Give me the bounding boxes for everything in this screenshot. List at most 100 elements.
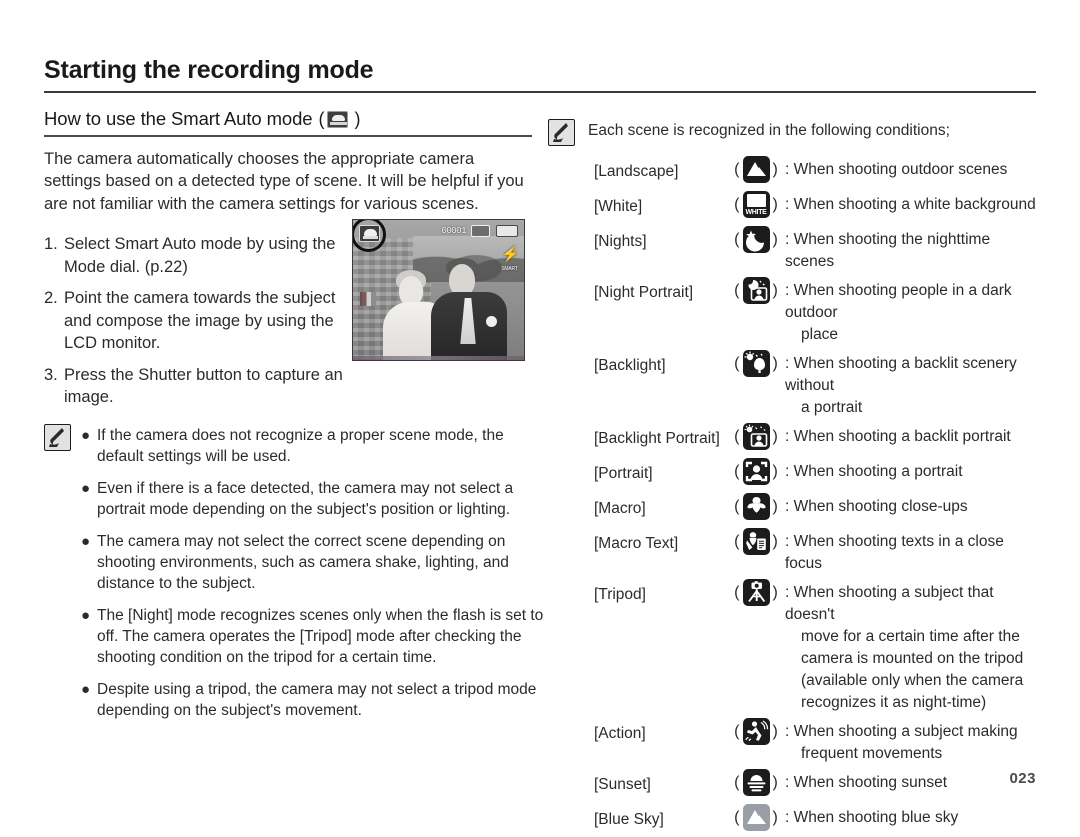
scene-description-text: When shooting a backlit scenery without <box>785 355 1017 394</box>
list-item: 3. Press the Shutter button to capture a… <box>44 364 344 409</box>
scene-description: : When shooting a white background <box>785 189 1040 216</box>
section-divider <box>44 135 532 137</box>
scene-description: : When shooting texts in a close focus <box>785 526 1040 575</box>
step-number: 1. <box>44 235 58 253</box>
backlight-portrait-icon <box>742 423 770 450</box>
scene-description: : When shooting a portrait <box>785 456 1040 483</box>
scene-description: : When shooting close-ups <box>785 491 1040 518</box>
steps-list: 1. Select Smart Auto mode by using the M… <box>44 233 344 409</box>
list-item: [Sunset] ( ) : When shooting sunset <box>594 767 1040 800</box>
scene-description: : When shooting a backlit scenery withou… <box>785 348 1040 419</box>
blue-sky-icon <box>742 804 770 831</box>
scene-description-text: When shooting blue sky <box>793 809 959 826</box>
section-heading-label: How to use the Smart Auto mode <box>44 108 313 129</box>
left-note-bullets: ● If the camera does not recognize a pro… <box>81 424 544 732</box>
portrait-icon <box>742 458 770 485</box>
bullet-icon: ● <box>81 607 91 624</box>
flash-smart-label: SMART <box>501 266 518 272</box>
scene-icon-group: ( ) <box>727 577 785 607</box>
scene-condition-list: [Landscape] ( ) : When shooting outdoor … <box>594 154 1040 835</box>
paren-open: ( <box>318 108 325 129</box>
colon: : <box>785 584 790 601</box>
paren-close: ) <box>772 428 778 445</box>
title-divider <box>44 91 1036 93</box>
scene-description: : When shooting outdoor scenes <box>785 154 1040 181</box>
paren-close: ) <box>772 774 778 791</box>
colon: : <box>785 355 790 372</box>
paren-close: ) <box>772 584 778 601</box>
lcd-photo-bottom-bar <box>353 356 524 360</box>
list-item: [Action] ( ) : When shooting a subject m… <box>594 716 1040 765</box>
scene-icon-group: ( ) <box>727 716 785 746</box>
intro-paragraph: The camera automatically chooses the app… <box>44 149 524 213</box>
landscape-icon <box>742 156 770 183</box>
step-number: 2. <box>44 289 58 307</box>
colon: : <box>785 282 790 299</box>
memory-card-icon <box>471 225 490 237</box>
paren-close: ) <box>772 196 778 213</box>
scene-icon-group: ( ) <box>727 348 785 378</box>
scene-label: [Portrait] <box>594 465 653 482</box>
scene-label: [Night Portrait] <box>594 284 694 301</box>
paren-close: ) <box>772 463 778 480</box>
scene-description-text: When shooting sunset <box>793 774 947 791</box>
step-text: Press the Shutter button to capture an i… <box>64 365 343 407</box>
sunset-icon <box>742 769 770 796</box>
scene-description-cont: a portrait <box>801 399 863 416</box>
white-balance-icon: WHITE <box>742 191 770 218</box>
scene-description-text: When shooting close-ups <box>793 498 968 515</box>
step-text: Point the camera towards the subject and… <box>64 289 336 352</box>
colon: : <box>785 428 790 445</box>
paren-open: ( <box>734 463 740 480</box>
list-item: ● The [Night] mode recognizes scenes onl… <box>81 605 544 668</box>
paren-close: ) <box>772 498 778 515</box>
colon: : <box>785 196 790 213</box>
flash-smart-icon: ⚡ SMART <box>501 247 520 272</box>
list-item: [Macro] ( ) : When shooting close-ups <box>594 491 1040 524</box>
paren-close: ) <box>772 809 778 826</box>
colon: : <box>785 463 790 480</box>
list-item: 1. Select Smart Auto mode by using the M… <box>44 233 344 278</box>
lcd-monitor-figure: 00001 ⚡ SMART <box>352 219 525 361</box>
colon: : <box>785 533 790 550</box>
bullet-icon: ● <box>81 427 91 444</box>
scene-description-cont: place <box>801 326 839 343</box>
bullet-icon: ● <box>81 533 91 550</box>
scene-icon-group: ( ) <box>727 802 785 832</box>
scene-icon-group: ( ) <box>727 767 785 797</box>
scene-icon-group: ( ) <box>727 224 785 254</box>
list-item: [Blue Sky] ( ) : When shooting blue sky <box>594 802 1040 835</box>
scene-icon-group: ( ) <box>727 456 785 486</box>
paren-close: ) <box>354 108 361 129</box>
colon: : <box>785 723 790 740</box>
paren-open: ( <box>734 723 740 740</box>
list-item: 2. Point the camera towards the subject … <box>44 287 344 355</box>
left-note-box: ● If the camera does not recognize a pro… <box>44 424 544 732</box>
note-text: Despite using a tripod, the camera may n… <box>97 681 537 719</box>
scene-icon-group: ( ) <box>727 421 785 451</box>
scene-description-text: When shooting a portrait <box>793 463 963 480</box>
scene-description-text: When shooting a white background <box>793 196 1036 213</box>
action-icon <box>742 718 770 745</box>
scene-label: [Macro Text] <box>594 535 679 552</box>
colon: : <box>785 161 790 178</box>
scene-label: [Backlight Portrait] <box>594 430 720 447</box>
paren-close: ) <box>772 533 778 550</box>
scene-description-text: When shooting texts in a close focus <box>785 533 1004 572</box>
paren-open: ( <box>734 498 740 515</box>
paren-open: ( <box>734 428 740 445</box>
scene-label: [Landscape] <box>594 163 679 180</box>
list-item: [Landscape] ( ) : When shooting outdoor … <box>594 154 1040 187</box>
scene-label: [Blue Sky] <box>594 811 664 828</box>
macro-icon <box>742 493 770 520</box>
scene-description-text: When shooting a backlit portrait <box>793 428 1011 445</box>
paren-open: ( <box>734 231 740 248</box>
note-text: If the camera does not recognize a prope… <box>97 427 504 465</box>
list-item: [Tripod] ( ) : When shooting a subject t… <box>594 577 1040 714</box>
scene-icon-group: ( ) <box>727 526 785 556</box>
scene-icon-group: ( ) <box>727 154 785 184</box>
scene-description: : When shooting sunset <box>785 767 1040 794</box>
scene-description-text: When shooting outdoor scenes <box>793 161 1008 178</box>
paren-open: ( <box>734 161 740 178</box>
list-item: [Portrait] ( ) : When shooting a portrai… <box>594 456 1040 489</box>
